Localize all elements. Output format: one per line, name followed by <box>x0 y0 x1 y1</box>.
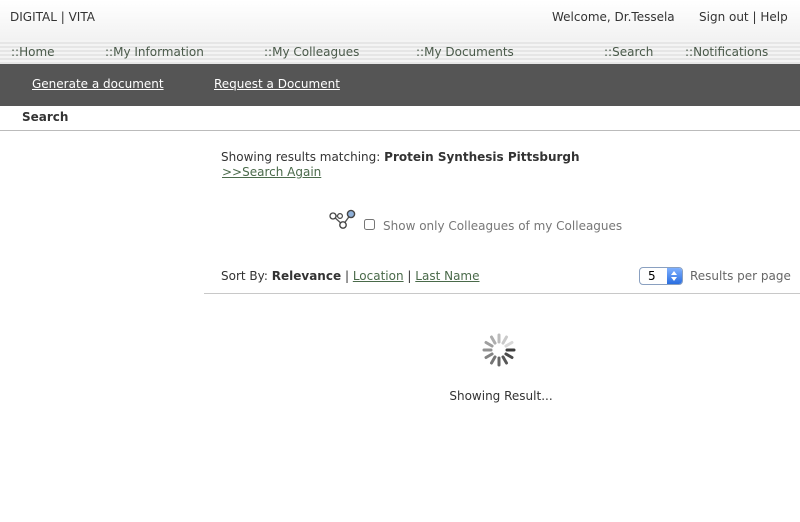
breadcrumb: Search <box>0 106 800 131</box>
spinner-spoke <box>490 355 497 365</box>
results-per-page-select[interactable]: 5 <box>639 267 683 285</box>
spinner-spoke <box>484 341 494 348</box>
nav-item-my-documents[interactable]: ::My Documents <box>416 45 514 59</box>
generate-document-link[interactable]: Generate a document <box>32 77 164 91</box>
page-title: Search <box>22 110 69 124</box>
nav-item-search[interactable]: ::Search <box>604 45 653 59</box>
results-divider <box>204 293 800 294</box>
sort-current-relevance: Relevance <box>271 269 342 283</box>
sort-by-location-link[interactable]: Location <box>353 269 404 283</box>
spinner-spoke <box>504 341 514 348</box>
search-again-link[interactable]: >>Search Again <box>222 165 321 179</box>
spinner-spoke <box>490 335 497 345</box>
main-nav: ::Home ::My Information ::My Colleagues … <box>0 40 800 64</box>
nav-item-my-colleagues[interactable]: ::My Colleagues <box>264 45 359 59</box>
help-link[interactable]: Help <box>760 10 787 24</box>
results-matching-line: Showing results matching: Protein Synthe… <box>221 150 580 164</box>
matching-prefix: Showing results matching: <box>221 150 381 164</box>
sort-bar: Sort By: Relevance | Location | Last Nam… <box>221 269 480 283</box>
welcome-text: Welcome, Dr.Tessela <box>552 10 675 24</box>
stepper-arrows-icon[interactable] <box>667 268 682 284</box>
loading-status: Showing Result... <box>449 389 553 403</box>
spinner-spoke <box>504 352 514 359</box>
spinner-spoke <box>484 352 494 359</box>
nav-item-my-information[interactable]: ::My Information <box>105 45 204 59</box>
search-query: Protein Synthesis Pittsburgh <box>384 150 580 164</box>
sort-separator: | <box>407 269 412 283</box>
nav-item-notifications[interactable]: ::Notifications <box>685 45 768 59</box>
sub-nav: Generate a document Request a Document <box>0 64 800 106</box>
colleagues-filter-label: Show only Colleagues of my Colleagues <box>383 219 623 233</box>
top-link-separator: | <box>752 10 757 24</box>
top-header: DIGITAL | VITA Welcome, Dr.Tessela Sign … <box>0 0 800 40</box>
request-document-link[interactable]: Request a Document <box>214 77 340 91</box>
results-per-page-value: 5 <box>648 269 656 283</box>
sort-label: Sort By: <box>221 269 268 283</box>
results-per-page-label: Results per page <box>690 269 791 283</box>
brand-logo: DIGITAL | VITA <box>10 10 95 24</box>
nav-item-home[interactable]: ::Home <box>11 45 55 59</box>
sort-by-last-name-link[interactable]: Last Name <box>415 269 479 283</box>
loading-spinner-icon <box>482 333 516 367</box>
top-links: Sign out | Help <box>699 10 788 24</box>
sign-out-link[interactable]: Sign out <box>699 10 749 24</box>
colleagues-filter-checkbox[interactable] <box>364 219 375 230</box>
spinner-spoke <box>501 355 508 365</box>
spinner-spoke <box>501 335 508 345</box>
network-icon <box>329 209 356 229</box>
sort-separator: | <box>344 269 349 283</box>
